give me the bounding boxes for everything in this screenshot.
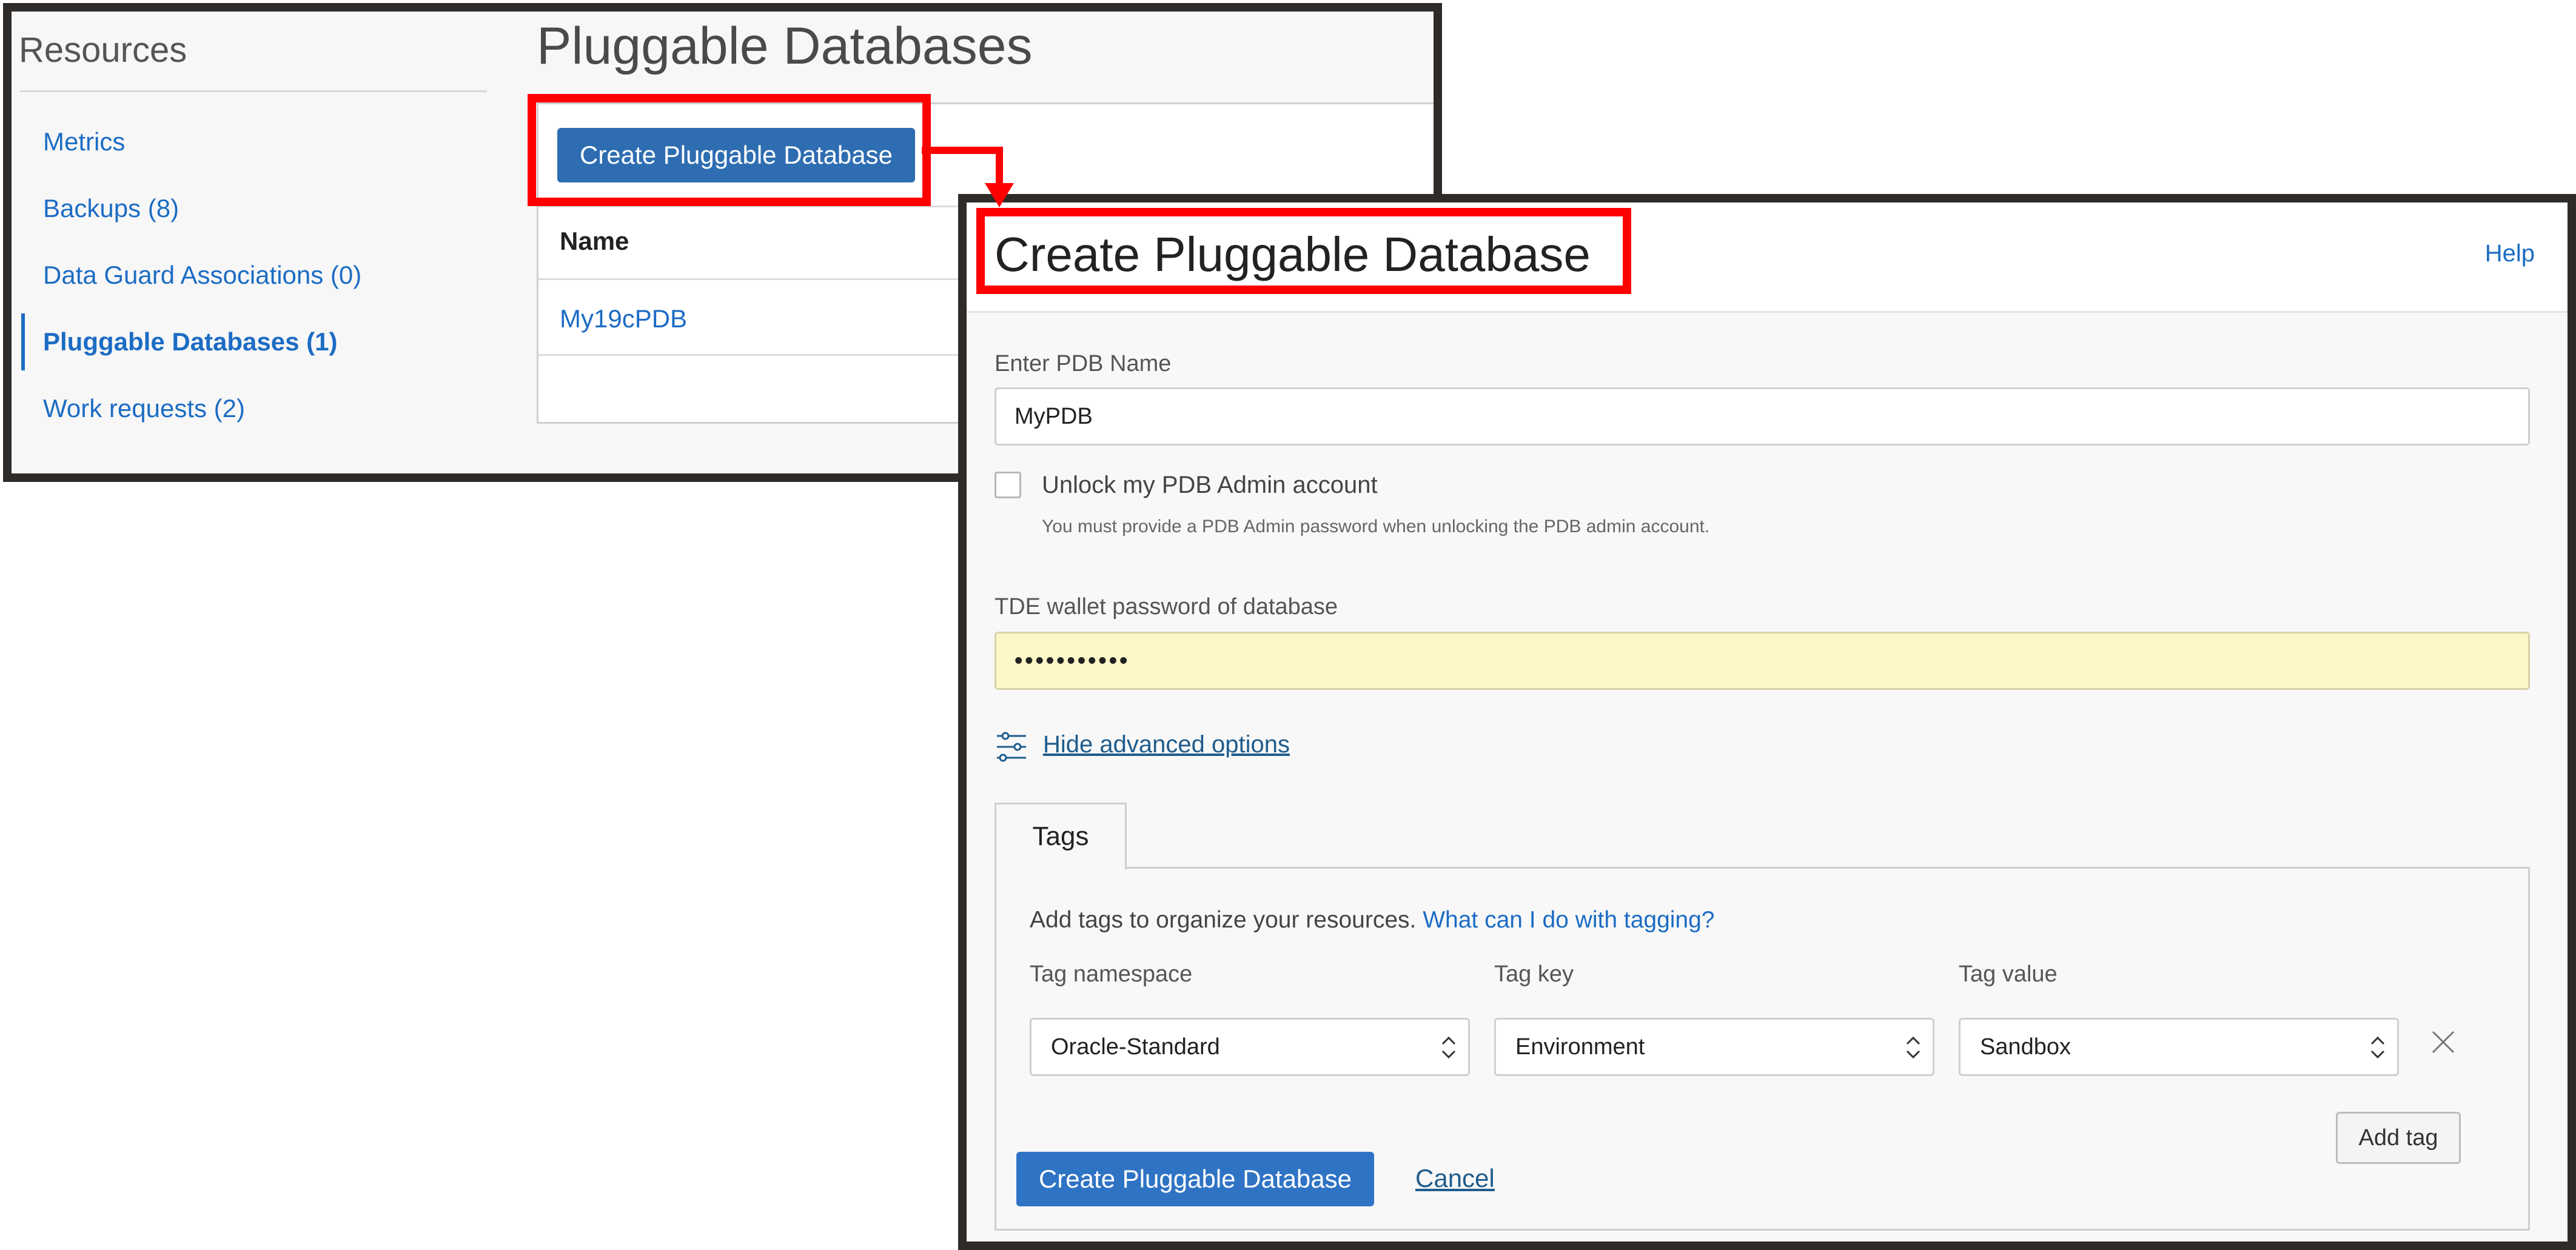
hide-advanced-options-link[interactable]: Hide advanced options (1043, 731, 1290, 758)
unlock-admin-help-text: You must provide a PDB Admin password wh… (1042, 516, 1710, 536)
add-tag-button[interactable]: Add tag (2336, 1112, 2461, 1164)
tag-key-label: Tag key (1494, 961, 1574, 987)
pdb-name-input[interactable]: MyPDB (995, 387, 2530, 446)
cancel-link[interactable]: Cancel (1415, 1164, 1495, 1193)
nav-item-metrics[interactable]: Metrics (21, 109, 482, 175)
nav-item-backups[interactable]: Backups (8) (21, 175, 482, 242)
tag-namespace-label: Tag namespace (1030, 961, 1193, 987)
help-link[interactable]: Help (2485, 240, 2535, 267)
tag-value-label: Tag value (1959, 961, 2058, 987)
resources-nav: Metrics Backups (8) Data Guard Associati… (21, 109, 482, 442)
highlight-dialog-title (976, 208, 1631, 294)
tags-intro: Add tags to organize your resources. Wha… (1030, 907, 1715, 934)
advanced-options-sliders-icon[interactable] (995, 730, 1028, 764)
unlock-admin-label[interactable]: Unlock my PDB Admin account (1042, 472, 1378, 499)
tde-password-input[interactable]: ••••••••••• (995, 632, 2530, 690)
nav-item-pluggable-databases[interactable]: Pluggable Databases (1) (21, 309, 482, 375)
tag-namespace-select[interactable]: Oracle-Standard (1030, 1018, 1470, 1076)
resources-divider (20, 90, 487, 92)
page-title: Pluggable Databases (537, 17, 1033, 75)
pdb-name-label: Enter PDB Name (995, 351, 1172, 376)
column-header-name[interactable]: Name (560, 227, 629, 256)
submit-create-pdb-button[interactable]: Create Pluggable Database (1016, 1152, 1374, 1206)
tag-namespace-value: Oracle-Standard (1051, 1034, 1220, 1060)
table-row-pdb-link[interactable]: My19cPDB (560, 304, 687, 333)
select-chevron-icon (1441, 1036, 1456, 1059)
tag-key-value: Environment (1515, 1034, 1645, 1060)
select-chevron-icon (1906, 1036, 1920, 1059)
tag-value-select[interactable]: Sandbox (1959, 1018, 2399, 1076)
nav-item-work-requests[interactable]: Work requests (2) (21, 375, 482, 442)
resources-title: Resources (19, 30, 187, 70)
tag-value-value: Sandbox (1980, 1034, 2071, 1060)
unlock-admin-checkbox[interactable] (995, 472, 1021, 498)
remove-tag-x-icon[interactable] (2428, 1027, 2458, 1057)
create-pdb-dialog: Create Pluggable Database Help Enter PDB… (958, 194, 2576, 1250)
tde-password-label: TDE wallet password of database (995, 594, 1338, 620)
connector-arrow-icon (922, 147, 1014, 207)
tags-intro-text: Add tags to organize your resources. (1030, 907, 1417, 933)
select-chevron-icon (2370, 1036, 2385, 1059)
tab-tags[interactable]: Tags (995, 803, 1127, 869)
tagging-help-link[interactable]: What can I do with tagging? (1423, 907, 1714, 933)
highlight-create-button (528, 94, 931, 206)
nav-item-data-guard-associations[interactable]: Data Guard Associations (0) (21, 242, 482, 309)
tag-key-select[interactable]: Environment (1494, 1018, 1934, 1076)
